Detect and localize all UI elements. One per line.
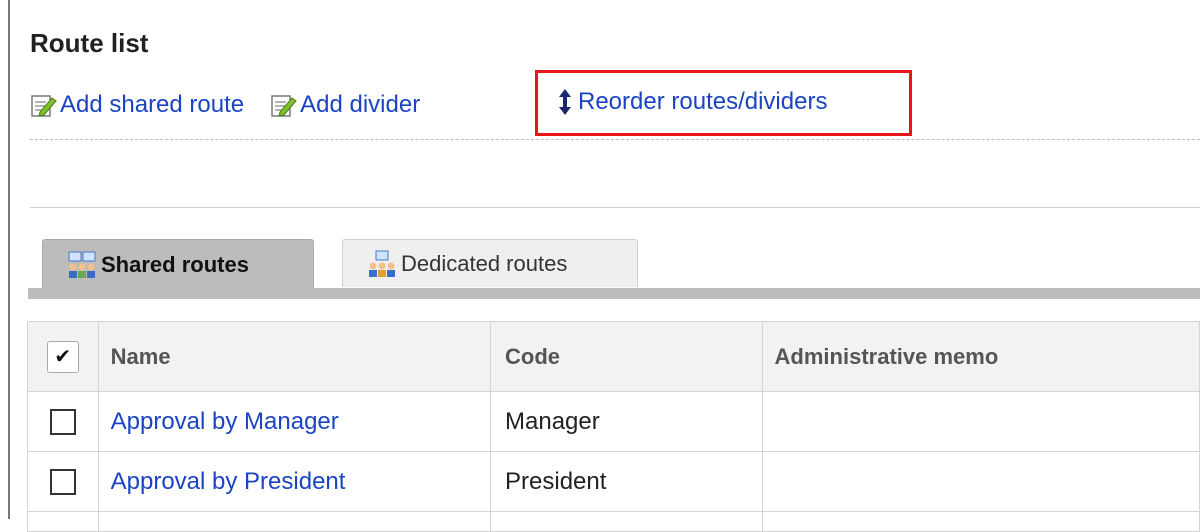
add-divider-label: Add divider — [300, 91, 421, 118]
row-check-cell — [27, 391, 99, 452]
column-header-code: Code — [490, 321, 763, 392]
route-name-link[interactable]: Approval by President — [111, 468, 346, 495]
row-checkbox[interactable] — [49, 409, 76, 436]
row-check-cell — [27, 511, 99, 532]
row-check-cell — [27, 451, 99, 512]
up-down-arrow-icon — [554, 87, 576, 117]
tab-dedicated-routes-label: Dedicated routes — [401, 250, 568, 276]
add-shared-route-label: Add shared route — [60, 91, 245, 118]
route-memo-cell — [761, 511, 1200, 532]
route-code-cell — [490, 511, 763, 532]
dashed-separator — [30, 139, 1200, 140]
add-shared-route-link[interactable]: Add shared route — [30, 91, 244, 119]
tab-strip — [28, 288, 1200, 299]
route-code: President — [505, 467, 607, 495]
route-memo-cell — [761, 451, 1200, 512]
routes-table: ✔ Name Code Administrative memo Approval… — [27, 321, 1200, 532]
edit-note-icon — [270, 92, 298, 118]
route-memo-cell — [761, 391, 1200, 452]
add-divider-link[interactable]: Add divider — [270, 91, 420, 119]
route-name-link[interactable]: Approval by Manager — [111, 408, 339, 435]
route-code-cell: Manager — [490, 391, 763, 452]
table-row: Approval by President President — [27, 451, 1200, 512]
edit-note-icon — [30, 92, 58, 118]
table-row: Approval by Manager Manager — [27, 391, 1200, 452]
route-code: Manager — [505, 407, 600, 435]
window-left-border — [8, 0, 10, 519]
table-header-row: ✔ Name Code Administrative memo — [27, 321, 1200, 392]
select-all-header: ✔ — [27, 321, 99, 392]
tab-shared-routes[interactable]: Shared routes — [42, 239, 314, 289]
route-name-cell — [97, 511, 492, 532]
reorder-routes-label: Reorder routes/dividers — [578, 88, 828, 115]
column-header-name: Name — [97, 321, 492, 392]
users-group-icon — [65, 250, 99, 280]
select-all-checkbox[interactable]: ✔ — [46, 340, 79, 373]
reorder-routes-link[interactable]: Reorder routes/dividers — [554, 87, 827, 117]
users-group-icon — [365, 249, 399, 279]
row-checkbox[interactable] — [49, 469, 76, 496]
tab-dedicated-routes[interactable]: Dedicated routes — [342, 239, 638, 287]
route-name-cell: Approval by President — [97, 451, 492, 512]
tab-shared-routes-label: Shared routes — [101, 251, 249, 277]
table-row-partial — [27, 511, 1200, 532]
column-header-memo: Administrative memo — [761, 321, 1200, 392]
section-separator — [30, 207, 1200, 208]
action-bar: Add shared route Add divider — [30, 85, 420, 125]
route-name-cell: Approval by Manager — [97, 391, 492, 452]
page-title: Route list — [30, 28, 149, 58]
route-code-cell: President — [490, 451, 763, 512]
